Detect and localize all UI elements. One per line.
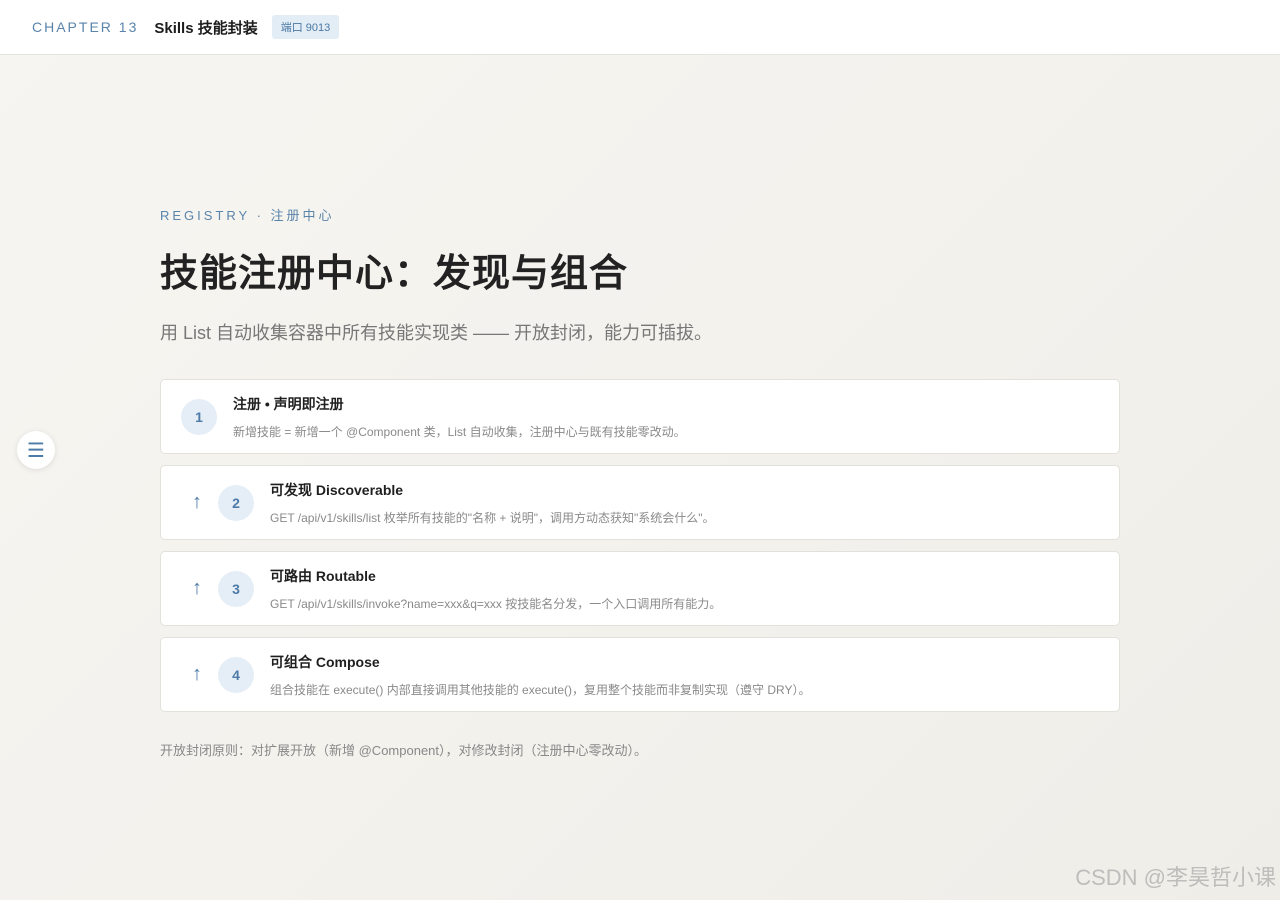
page-title: 技能注册中心：发现与组合 xyxy=(160,253,629,295)
step-description: 新增技能 = 新增一个 @Component 类，List 自动收集，注册中心与… xyxy=(233,424,686,439)
step-card-3: ↑ 3 可路由 Routable GET /api/v1/skills/invo… xyxy=(160,551,1120,626)
chapter-label: CHAPTER 13 xyxy=(32,19,139,35)
port-badge: 端口 9013 xyxy=(271,15,340,39)
arrow-up-icon: ↑ xyxy=(192,577,202,599)
step-title: 注册 • 声明即注册 xyxy=(233,395,344,412)
menu-icon: ☰ xyxy=(27,439,45,462)
step-number: 4 xyxy=(218,656,254,693)
top-bar: CHAPTER 13 Skills 技能封装 端口 9013 xyxy=(0,0,1280,55)
arrow-up-icon: ↑ xyxy=(192,491,202,513)
step-title: 可发现 Discoverable xyxy=(270,481,404,498)
step-number: 2 xyxy=(218,484,254,521)
step-title: 可路由 Routable xyxy=(270,567,376,584)
watermark: CSDN @李昊哲小课 xyxy=(1075,865,1276,890)
sidebar-toggle-button[interactable]: ☰ xyxy=(17,431,55,469)
main-content: REGISTRY · 注册中心 技能注册中心：发现与组合 用 List 自动收集… xyxy=(160,205,1120,759)
step-list: 1 注册 • 声明即注册 新增技能 = 新增一个 @Component 类，Li… xyxy=(160,379,1120,712)
step-card-2: ↑ 2 可发现 Discoverable GET /api/v1/skills/… xyxy=(160,465,1120,540)
step-number: 1 xyxy=(181,398,217,435)
step-description: GET /api/v1/skills/invoke?name=xxx&q=xxx… xyxy=(270,596,722,611)
step-title: 可组合 Compose xyxy=(270,653,380,670)
step-description: 组合技能在 execute() 内部直接调用其他技能的 execute()，复用… xyxy=(270,682,811,697)
step-number: 3 xyxy=(218,570,254,607)
page-subtitle: 用 List 自动收集容器中所有技能实现类 —— 开放封闭，能力可插拔。 xyxy=(160,323,713,343)
footnote: 开放封闭原则：对扩展开放（新增 @Component），对修改封闭（注册中心零改… xyxy=(160,743,648,758)
arrow-up-icon: ↑ xyxy=(192,663,202,685)
step-card-1: 1 注册 • 声明即注册 新增技能 = 新增一个 @Component 类，Li… xyxy=(160,379,1120,454)
step-card-4: ↑ 4 可组合 Compose 组合技能在 execute() 内部直接调用其他… xyxy=(160,637,1120,712)
section-eyebrow: REGISTRY · 注册中心 xyxy=(160,208,335,223)
step-description: GET /api/v1/skills/list 枚举所有技能的"名称 + 说明"… xyxy=(270,510,715,525)
app-title: Skills 技能封装 xyxy=(154,19,258,37)
